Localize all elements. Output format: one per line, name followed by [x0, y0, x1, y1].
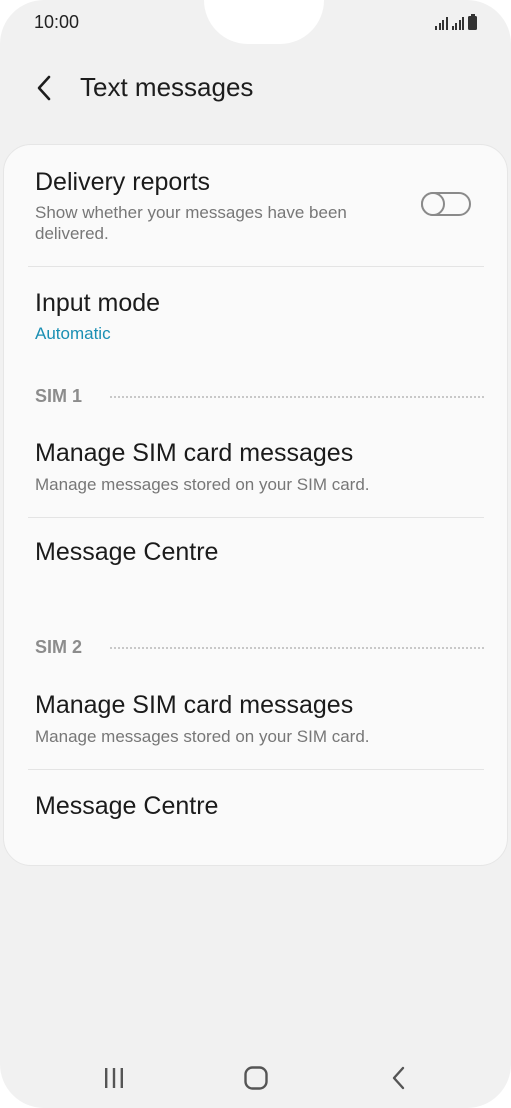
recent-apps-button[interactable] — [90, 1060, 138, 1096]
back-icon — [392, 1066, 405, 1090]
toggle-knob — [421, 192, 445, 216]
sim1-manage-title: Manage SIM card messages — [35, 439, 354, 467]
page-title: Text messages — [80, 72, 254, 102]
delivery-reports-toggle[interactable] — [421, 192, 471, 216]
home-button[interactable] — [232, 1060, 280, 1096]
signal-sim1-icon — [435, 16, 448, 30]
input-mode-title: Input mode — [35, 289, 161, 317]
back-button[interactable] — [24, 68, 64, 108]
sim2-message-centre-row[interactable]: Message Centre — [4, 770, 509, 860]
sim2-message-centre-title: Message Centre — [35, 792, 219, 820]
signal-sim2-icon — [451, 16, 464, 30]
sim1-section-header: SIM 1 — [35, 386, 83, 406]
settings-card: Delivery reports Show whether your messa… — [3, 144, 508, 866]
phone-screen: 10:00 Text messages Delivery reports Sho… — [0, 0, 511, 1108]
navigation-bar — [0, 1040, 511, 1108]
sim2-section-header: SIM 2 — [35, 637, 83, 657]
delivery-reports-row[interactable]: Delivery reports Show whether your messa… — [4, 145, 509, 266]
app-header: Text messages — [0, 58, 511, 118]
delivery-reports-title: Delivery reports — [35, 168, 211, 196]
sim1-message-centre-row[interactable]: Message Centre — [4, 518, 509, 618]
battery-icon — [468, 14, 477, 30]
section-divider — [110, 647, 484, 649]
chevron-left-icon — [37, 75, 51, 101]
sim2-manage-title: Manage SIM card messages — [35, 691, 354, 719]
home-icon — [244, 1066, 268, 1090]
camera-notch — [204, 0, 324, 44]
nav-back-button[interactable] — [375, 1060, 423, 1096]
sim1-manage-row[interactable]: Manage SIM card messages Manage messages… — [4, 423, 509, 517]
input-mode-row[interactable]: Input mode Automatic — [4, 267, 509, 367]
section-divider — [110, 396, 484, 398]
status-icons — [435, 12, 477, 30]
sim1-manage-subtitle: Manage messages stored on your SIM card. — [35, 475, 370, 494]
delivery-reports-subtitle: Show whether your messages have been del… — [35, 203, 347, 243]
sim2-manage-row[interactable]: Manage SIM card messages Manage messages… — [4, 675, 509, 769]
sim1-message-centre-title: Message Centre — [35, 538, 219, 566]
sim2-manage-subtitle: Manage messages stored on your SIM card. — [35, 727, 370, 746]
input-mode-value: Automatic — [35, 324, 111, 343]
status-time: 10:00 — [34, 12, 80, 32]
recent-apps-icon — [105, 1068, 123, 1088]
